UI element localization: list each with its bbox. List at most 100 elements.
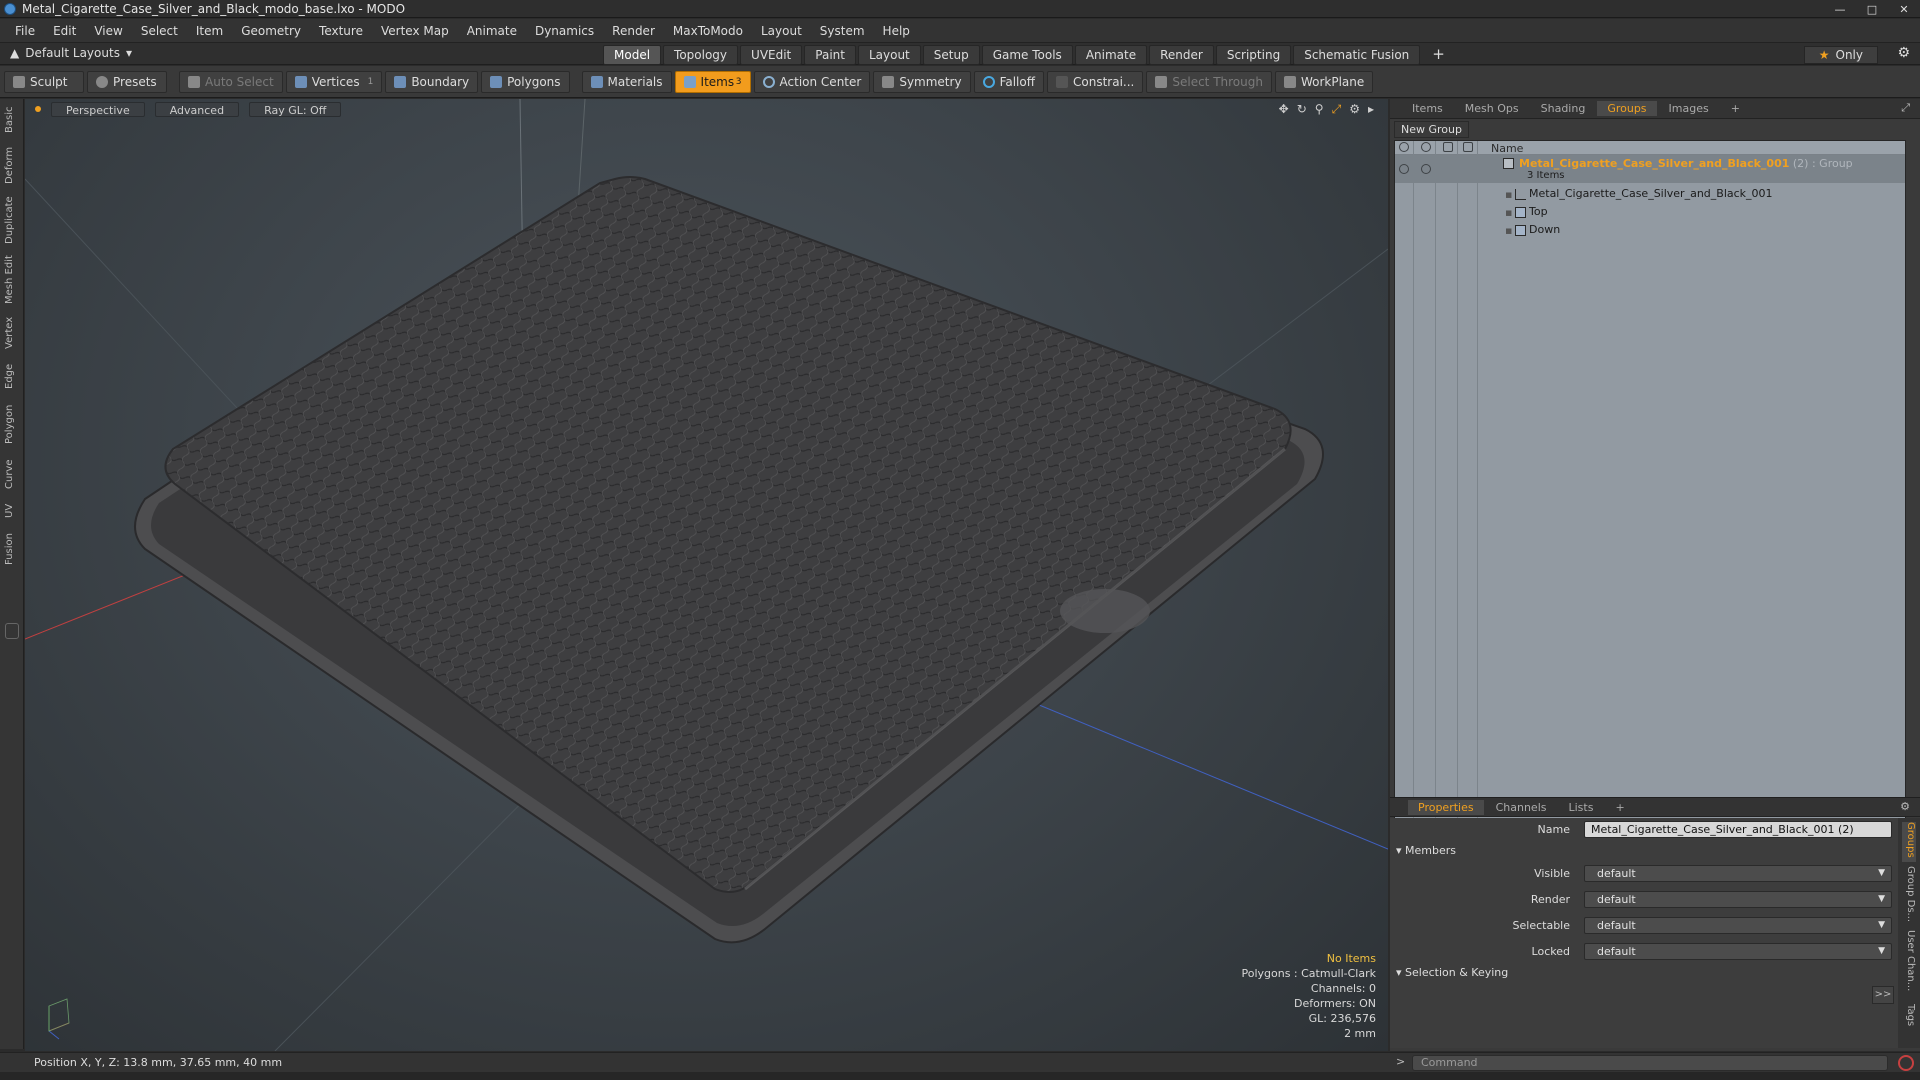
vtab-user-channels[interactable]: User Chan... bbox=[1902, 930, 1916, 1000]
add-tab-icon[interactable]: + bbox=[1422, 45, 1455, 65]
menu-help[interactable]: Help bbox=[874, 24, 919, 38]
rotate-view-icon[interactable]: ↻ bbox=[1297, 102, 1307, 117]
add-tab-icon[interactable]: + bbox=[1721, 101, 1750, 116]
action-center-button[interactable]: Action Center bbox=[753, 70, 871, 93]
zoom-icon[interactable]: ⚲ bbox=[1315, 102, 1324, 117]
locked-dropdown[interactable]: default ▼ bbox=[1584, 943, 1892, 960]
vtab-duplicate[interactable]: Duplicate bbox=[4, 193, 20, 247]
tree-row-top[interactable]: ▪ Top bbox=[1395, 203, 1905, 221]
add-tab-icon[interactable]: + bbox=[1605, 800, 1634, 815]
tab-mesh-ops[interactable]: Mesh Ops bbox=[1455, 101, 1529, 116]
gear-icon[interactable]: ⚙ bbox=[1897, 45, 1910, 61]
maximize-icon[interactable]: □ bbox=[1856, 0, 1888, 18]
tab-game-tools[interactable]: Game Tools bbox=[981, 45, 1073, 65]
tab-groups[interactable]: Groups bbox=[1597, 101, 1657, 116]
vtab-tags[interactable]: Tags bbox=[1902, 1004, 1916, 1034]
constraints-button[interactable]: Constrai... bbox=[1047, 70, 1144, 93]
vtab-vertex[interactable]: Vertex bbox=[4, 313, 20, 353]
expand-tool-panel-icon[interactable] bbox=[5, 623, 19, 639]
menu-vertex-map[interactable]: Vertex Map bbox=[372, 24, 458, 38]
menu-animate[interactable]: Animate bbox=[458, 24, 526, 38]
tab-setup[interactable]: Setup bbox=[922, 45, 980, 65]
menu-file[interactable]: File bbox=[6, 24, 44, 38]
tab-shading[interactable]: Shading bbox=[1531, 101, 1596, 116]
symmetry-button[interactable]: Symmetry bbox=[873, 70, 971, 93]
vtab-edge[interactable]: Edge bbox=[4, 359, 20, 393]
command-input[interactable]: Command bbox=[1412, 1055, 1888, 1071]
menu-system[interactable]: System bbox=[811, 24, 874, 38]
tab-properties[interactable]: Properties bbox=[1408, 799, 1484, 815]
tree-row-down[interactable]: ▪ Down bbox=[1395, 221, 1905, 239]
vtab-uv[interactable]: UV bbox=[4, 499, 20, 523]
move-view-icon[interactable]: ✥ bbox=[1279, 102, 1289, 117]
close-icon[interactable]: ✕ bbox=[1888, 0, 1920, 18]
falloff-button[interactable]: Falloff bbox=[973, 70, 1044, 93]
visible-dropdown[interactable]: default ▼ bbox=[1584, 865, 1892, 882]
workplane-button[interactable]: WorkPlane bbox=[1274, 70, 1374, 93]
tab-animate[interactable]: Animate bbox=[1074, 45, 1148, 65]
menu-layout[interactable]: Layout bbox=[752, 24, 811, 38]
menu-item[interactable]: Item bbox=[187, 24, 232, 38]
items-button[interactable]: Items 3 bbox=[674, 70, 751, 93]
vtab-mesh-edit[interactable]: Mesh Edit bbox=[4, 253, 20, 307]
only-button[interactable]: ★ Only bbox=[1803, 46, 1878, 64]
render-icon[interactable] bbox=[1421, 164, 1431, 174]
presets-button[interactable]: Presets bbox=[87, 70, 167, 93]
gear-icon[interactable]: ⚙ bbox=[1349, 102, 1360, 117]
expand-icon[interactable]: ⤢ bbox=[1901, 101, 1910, 115]
polygons-button[interactable]: Polygons bbox=[481, 70, 570, 93]
tab-scripting[interactable]: Scripting bbox=[1215, 45, 1292, 65]
menu-geometry[interactable]: Geometry bbox=[232, 24, 310, 38]
vtab-fusion[interactable]: Fusion bbox=[4, 529, 20, 569]
vtab-deform[interactable]: Deform bbox=[4, 143, 20, 187]
name-field[interactable]: Metal_Cigarette_Case_Silver_and_Black_00… bbox=[1584, 821, 1892, 838]
vtab-polygon[interactable]: Polygon bbox=[4, 399, 20, 449]
tab-lists[interactable]: Lists bbox=[1559, 800, 1604, 815]
vertices-button[interactable]: Vertices 1 bbox=[285, 70, 383, 93]
menu-render[interactable]: Render bbox=[603, 24, 664, 38]
vtab-curve[interactable]: Curve bbox=[4, 455, 20, 493]
record-icon[interactable] bbox=[1898, 1055, 1914, 1071]
tab-layout[interactable]: Layout bbox=[857, 45, 921, 65]
auto-select-button[interactable]: Auto Select bbox=[179, 70, 283, 93]
menu-view[interactable]: View bbox=[85, 24, 131, 38]
menu-select[interactable]: Select bbox=[132, 24, 187, 38]
eye-icon[interactable] bbox=[1399, 164, 1409, 174]
layout-selector[interactable]: ▲ Default Layouts ▾ bbox=[10, 46, 132, 60]
members-section[interactable]: ▾ Members bbox=[1396, 844, 1456, 857]
gear-icon[interactable]: ⚙ bbox=[1900, 800, 1910, 813]
menu-edit[interactable]: Edit bbox=[44, 24, 85, 38]
tab-topology[interactable]: Topology bbox=[663, 45, 739, 65]
select-through-button[interactable]: Select Through bbox=[1146, 70, 1272, 93]
tree-row-group[interactable]: Metal_Cigarette_Case_Silver_and_Black_00… bbox=[1395, 155, 1905, 183]
3d-viewport[interactable]: Perspective Advanced Ray GL: Off ✥ ↻ ⚲ ⤢… bbox=[25, 99, 1388, 1051]
minimize-icon[interactable]: — bbox=[1824, 0, 1856, 18]
tree-row-mesh[interactable]: ▪ Metal_Cigarette_Case_Silver_and_Black_… bbox=[1395, 185, 1905, 203]
tab-items[interactable]: Items bbox=[1402, 101, 1453, 116]
tab-paint[interactable]: Paint bbox=[804, 45, 856, 65]
perspective-button[interactable]: Perspective bbox=[51, 101, 145, 117]
materials-button[interactable]: Materials bbox=[581, 70, 672, 93]
boundary-button[interactable]: Boundary bbox=[385, 70, 479, 93]
menu-texture[interactable]: Texture bbox=[310, 24, 372, 38]
vtab-groups[interactable]: Groups bbox=[1902, 822, 1916, 862]
sculpt-button[interactable]: Sculpt bbox=[4, 70, 84, 93]
selectable-dropdown[interactable]: default ▼ bbox=[1584, 917, 1892, 934]
vtab-group-ds[interactable]: Group Ds... bbox=[1902, 866, 1916, 926]
new-group-button[interactable]: New Group bbox=[1394, 121, 1469, 138]
selection-keying-section[interactable]: ▾ Selection & Keying bbox=[1396, 966, 1508, 979]
tab-channels[interactable]: Channels bbox=[1486, 800, 1557, 815]
tab-uvedit[interactable]: UVEdit bbox=[740, 45, 803, 65]
vtab-basic[interactable]: Basic bbox=[4, 103, 20, 137]
menu-maxtomodo[interactable]: MaxToModo bbox=[664, 24, 752, 38]
menu-dynamics[interactable]: Dynamics bbox=[526, 24, 603, 38]
advanced-button[interactable]: Advanced bbox=[154, 101, 240, 117]
tab-images[interactable]: Images bbox=[1659, 101, 1719, 116]
raygl-button[interactable]: Ray GL: Off bbox=[249, 101, 342, 117]
fit-view-icon[interactable]: ⤢ bbox=[1332, 102, 1342, 117]
tab-model[interactable]: Model bbox=[603, 45, 662, 65]
viewport-menu-icon[interactable] bbox=[35, 106, 41, 112]
tab-schematic-fusion[interactable]: Schematic Fusion bbox=[1293, 45, 1421, 65]
tab-render[interactable]: Render bbox=[1149, 45, 1214, 65]
more-arrows-button[interactable]: >> bbox=[1872, 986, 1894, 1004]
